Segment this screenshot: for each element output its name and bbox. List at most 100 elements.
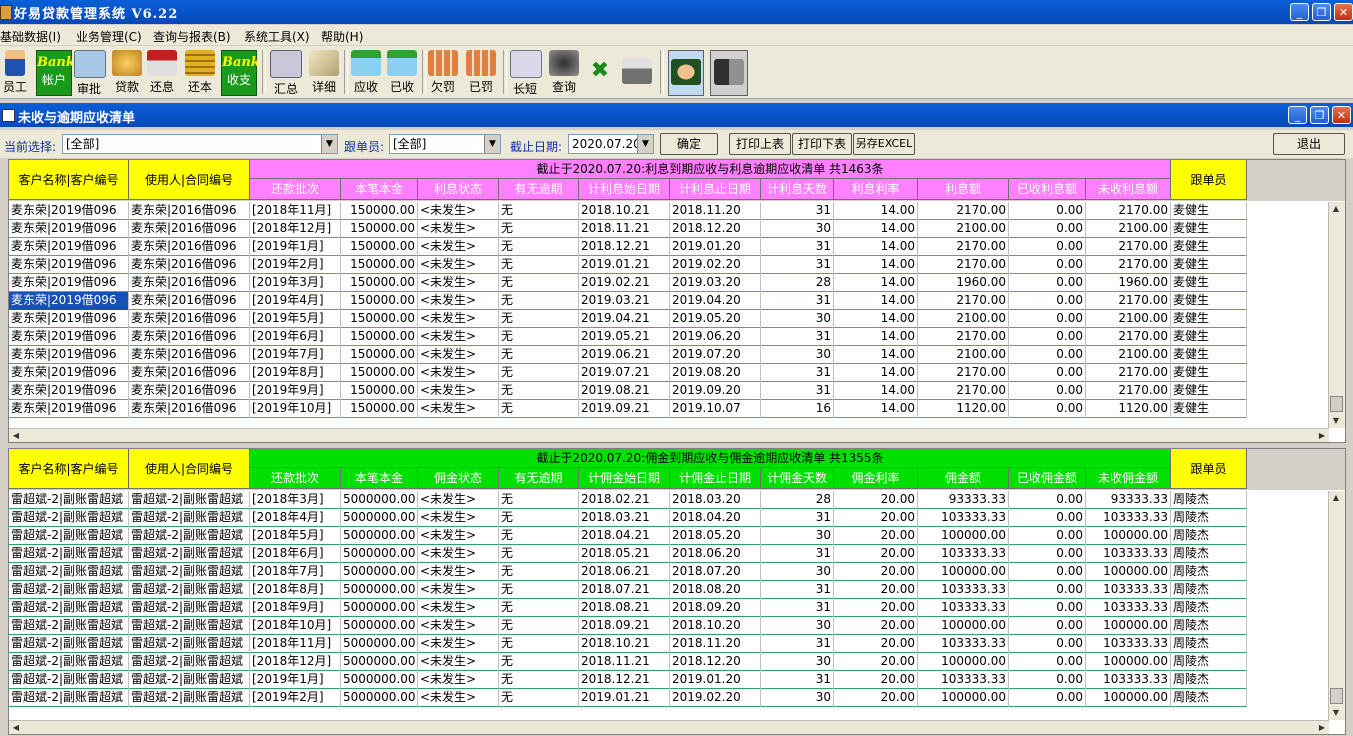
approve-button[interactable]: 审批 — [74, 50, 106, 96]
table-cell[interactable]: 100000.00 — [918, 563, 1009, 581]
table-cell[interactable]: 20.00 — [834, 689, 918, 707]
table-cell[interactable]: [2019年10月] — [250, 400, 341, 418]
table-row[interactable]: 麦东荣|2019借096 麦东荣|2016借096 [2019年1月] 150000.… — [9, 238, 1247, 256]
table-cell[interactable]: 麦健生 — [1171, 292, 1247, 310]
table-row[interactable]: 雷超斌-2|副账雷超斌 雷超斌-2|副账雷超斌 [2018年11月] 5000000.… — [9, 635, 1247, 653]
table-row[interactable]: 麦东荣|2019借096 麦东荣|2016借096 [2019年2月] 150000.… — [9, 256, 1247, 274]
table-cell[interactable]: <未发生> — [418, 509, 499, 527]
table-cell[interactable]: <未发生> — [418, 617, 499, 635]
table-cell[interactable]: [2019年6月] — [250, 328, 341, 346]
table-cell[interactable]: 100000.00 — [918, 617, 1009, 635]
table-cell[interactable]: [2018年8月] — [250, 581, 341, 599]
table-cell[interactable]: 周陵杰 — [1171, 635, 1247, 653]
table-cell[interactable]: 麦健生 — [1171, 346, 1247, 364]
date-picker[interactable]: 2020.07.20 ▼ — [568, 134, 654, 154]
table-cell[interactable]: 雷超斌-2|副账雷超斌 — [9, 509, 129, 527]
table-cell[interactable]: 2019.10.07 — [670, 400, 761, 418]
table-cell[interactable]: 31 — [761, 509, 834, 527]
table-cell[interactable]: 周陵杰 — [1171, 671, 1247, 689]
chevron-down-icon[interactable]: ▼ — [637, 135, 653, 153]
table-cell[interactable]: 30 — [761, 220, 834, 238]
table-cell[interactable]: 麦东荣|2019借096 — [9, 364, 129, 382]
table-cell[interactable]: 20.00 — [834, 599, 918, 617]
table-cell[interactable]: 28 — [761, 274, 834, 292]
table-cell[interactable]: 周陵杰 — [1171, 563, 1247, 581]
table-cell[interactable]: 麦东荣|2019借096 — [9, 346, 129, 364]
table-cell[interactable]: <未发生> — [418, 328, 499, 346]
table-cell[interactable]: 0.00 — [1009, 671, 1086, 689]
table-row[interactable]: 麦东荣|2019借096 麦东荣|2016借096 [2019年7月] 150000.… — [9, 346, 1247, 364]
table-cell[interactable]: 麦健生 — [1171, 400, 1247, 418]
table-row[interactable]: 麦东荣|2019借096 麦东荣|2016借096 [2019年9月] 150000.… — [9, 382, 1247, 400]
table-cell[interactable]: 2018.07.21 — [579, 581, 670, 599]
table-cell[interactable]: 无 — [499, 617, 579, 635]
vertical-scrollbar[interactable]: ▲ ▼ — [1328, 491, 1345, 720]
table-cell[interactable]: 无 — [499, 274, 579, 292]
vertical-scrollbar[interactable]: ▲ ▼ — [1328, 202, 1345, 428]
table-cell[interactable]: 无 — [499, 364, 579, 382]
table-cell[interactable]: 2018.12.21 — [579, 238, 670, 256]
long-short-button[interactable]: 长短 — [510, 50, 542, 96]
table-cell[interactable]: 31 — [761, 238, 834, 256]
table-cell[interactable]: 2019.07.21 — [579, 364, 670, 382]
table-cell[interactable]: 麦东荣|2016借096 — [129, 364, 250, 382]
table-cell[interactable]: 雷超斌-2|副账雷超斌 — [9, 671, 129, 689]
table-cell[interactable]: 雷超斌-2|副账雷超斌 — [129, 563, 250, 581]
table-cell[interactable]: <未发生> — [418, 689, 499, 707]
table-cell[interactable]: 28 — [761, 491, 834, 509]
table-cell[interactable]: 2100.00 — [918, 220, 1009, 238]
table-cell[interactable]: 14.00 — [834, 292, 918, 310]
scroll-down-icon[interactable]: ▼ — [1329, 414, 1343, 428]
exit-app-button[interactable] — [710, 50, 748, 96]
table-cell[interactable]: 2019.08.21 — [579, 382, 670, 400]
table-row[interactable]: 雷超斌-2|副账雷超斌 雷超斌-2|副账雷超斌 [2018年7月] 5000000.0… — [9, 563, 1247, 581]
table-cell[interactable]: 周陵杰 — [1171, 581, 1247, 599]
horizontal-scrollbar[interactable]: ◀ ▶ — [9, 428, 1329, 442]
table-cell[interactable]: 150000.00 — [341, 400, 418, 418]
table-cell[interactable]: 雷超斌-2|副账雷超斌 — [129, 527, 250, 545]
menu-help[interactable]: 帮助(H) — [321, 28, 363, 45]
table-cell[interactable]: <未发生> — [418, 635, 499, 653]
table-cell[interactable]: 麦健生 — [1171, 328, 1247, 346]
table-cell[interactable]: <未发生> — [418, 400, 499, 418]
table-cell[interactable]: [2019年2月] — [250, 256, 341, 274]
table-cell[interactable]: 31 — [761, 256, 834, 274]
table-row[interactable]: 麦东荣|2019借096 麦东荣|2016借096 [2018年11月] 150000… — [9, 202, 1247, 220]
table-cell[interactable]: 无 — [499, 346, 579, 364]
print-top-button[interactable]: 打印上表 — [729, 133, 791, 155]
table-cell[interactable]: 2019.06.20 — [670, 328, 761, 346]
table-cell[interactable]: <未发生> — [418, 527, 499, 545]
table-cell[interactable]: 0.00 — [1009, 527, 1086, 545]
repay-interest-button[interactable]: 还息 — [146, 50, 178, 94]
table-cell[interactable]: <未发生> — [418, 563, 499, 581]
table-cell[interactable]: 103333.33 — [918, 671, 1009, 689]
exit-button[interactable]: 退出 — [1273, 133, 1345, 155]
table-cell[interactable]: 5000000.00 — [341, 599, 418, 617]
owed-fine-button[interactable]: 欠罚 — [428, 50, 458, 94]
table-cell[interactable]: <未发生> — [418, 346, 499, 364]
table-cell[interactable]: [2018年5月] — [250, 527, 341, 545]
table-cell[interactable]: 2170.00 — [918, 364, 1009, 382]
table-cell[interactable]: 2018.06.21 — [579, 563, 670, 581]
receivable-button[interactable]: 应收 — [350, 50, 382, 94]
menu-query-report[interactable]: 查询与报表(B) — [153, 28, 231, 45]
table-row[interactable]: 雷超斌-2|副账雷超斌 雷超斌-2|副账雷超斌 [2018年12月] 5000000.… — [9, 653, 1247, 671]
table-cell[interactable]: 0.00 — [1009, 346, 1086, 364]
table-cell[interactable]: 103333.33 — [1086, 509, 1171, 527]
table-cell[interactable]: 无 — [499, 382, 579, 400]
table-cell[interactable]: 2018.09.21 — [579, 617, 670, 635]
table-cell[interactable]: [2019年8月] — [250, 364, 341, 382]
detail-button[interactable]: 详细 — [308, 50, 340, 94]
commission-receivable-table[interactable]: 客户名称|客户编号 使用人|合同编号 截止于2020.07.20:佣金到期应收与佣金… — [8, 448, 1346, 735]
table-cell[interactable]: 0.00 — [1009, 292, 1086, 310]
table-cell[interactable]: 麦东荣|2016借096 — [129, 292, 250, 310]
table-cell[interactable]: 麦东荣|2019借096 — [9, 274, 129, 292]
sub-minimize-button[interactable]: _ — [1288, 106, 1307, 124]
table-cell[interactable]: 无 — [499, 671, 579, 689]
table-cell[interactable]: 14.00 — [834, 400, 918, 418]
table-cell[interactable]: 2019.09.20 — [670, 382, 761, 400]
table-cell[interactable]: 150000.00 — [341, 292, 418, 310]
table-cell[interactable]: 20.00 — [834, 581, 918, 599]
table-cell[interactable]: 31 — [761, 382, 834, 400]
table-cell[interactable]: [2018年3月] — [250, 491, 341, 509]
